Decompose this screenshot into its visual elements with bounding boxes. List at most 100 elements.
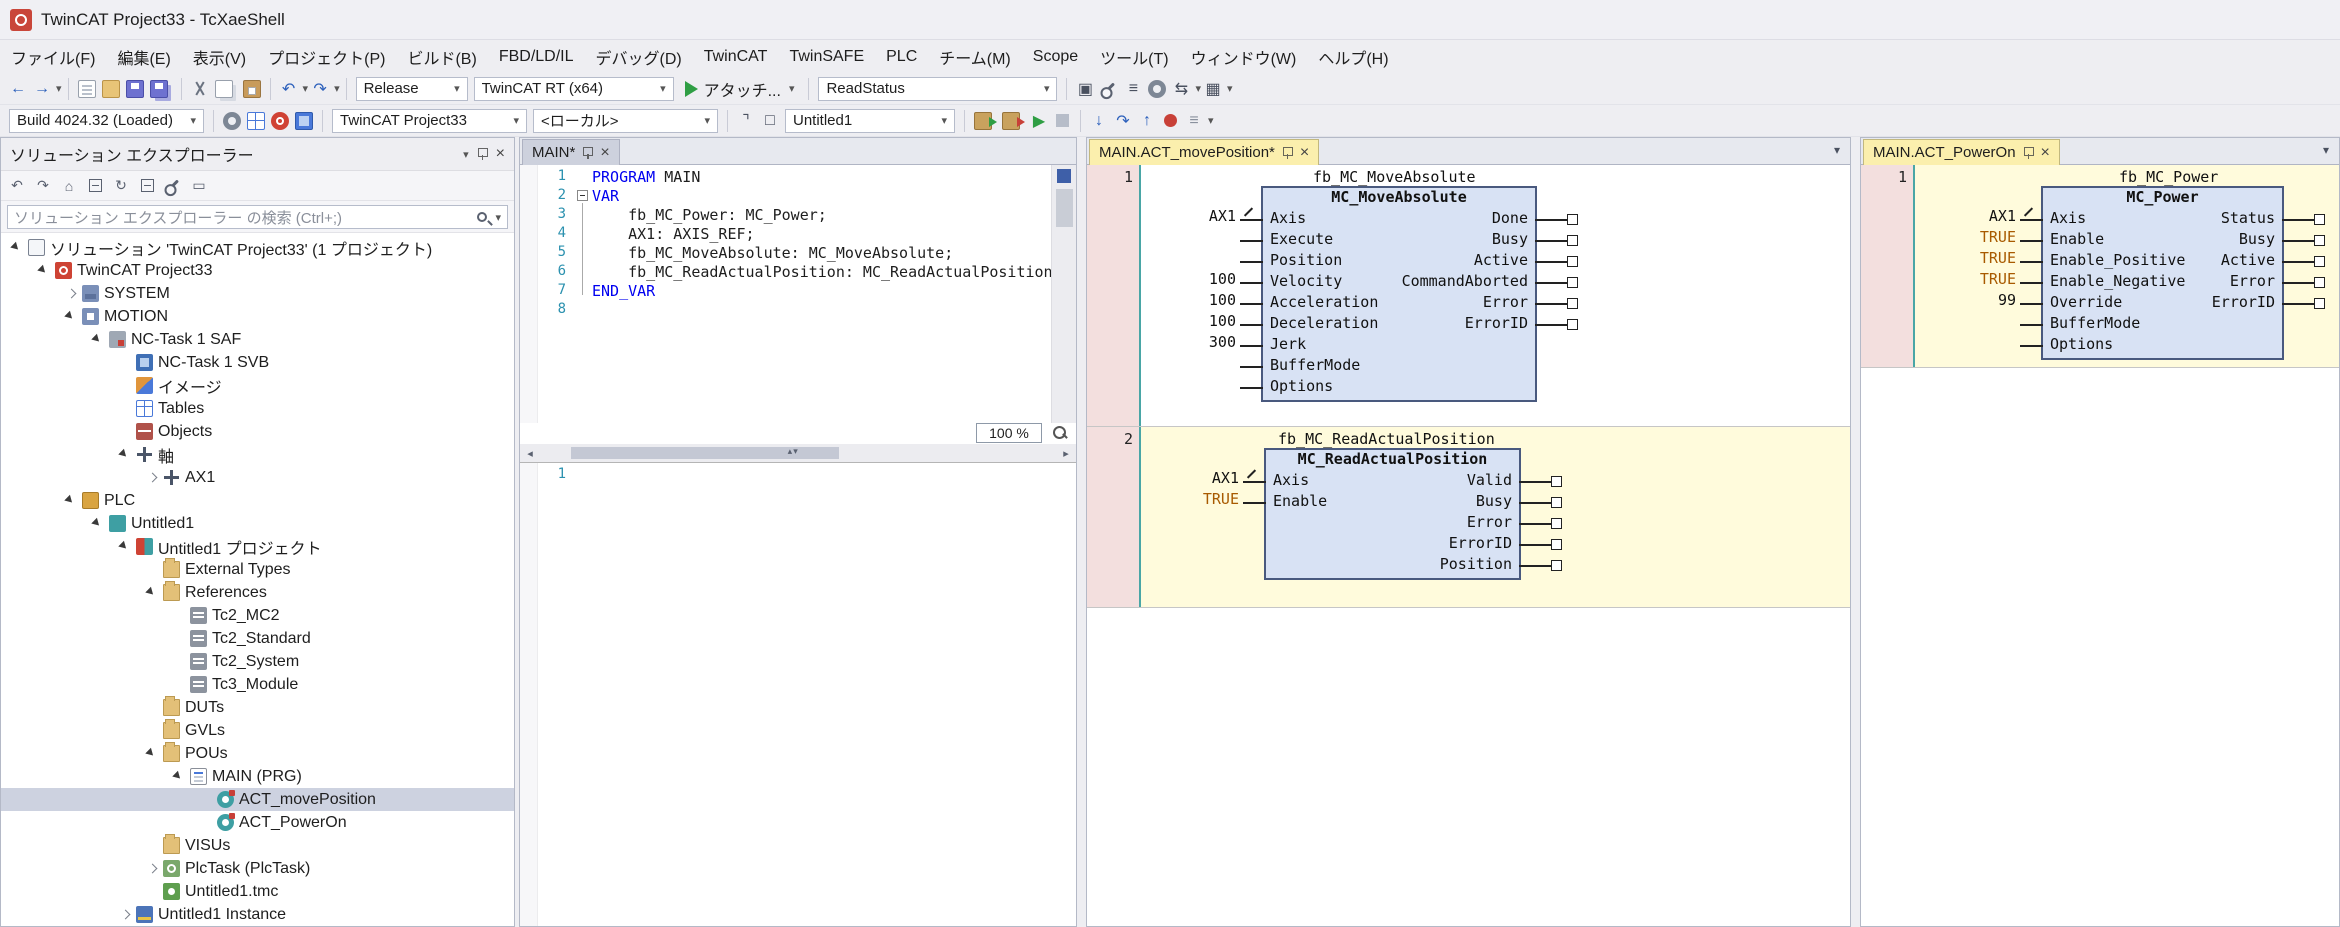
- fb-output-pin[interactable]: Busy: [2212, 230, 2326, 251]
- fb-input-pin[interactable]: Acceleration: [1239, 293, 1378, 314]
- fbd-network-2[interactable]: 2 fb_MC_ReadActualPosition MC_ReadActual…: [1087, 427, 1850, 608]
- scroll-marker-icon[interactable]: [1057, 169, 1071, 183]
- back-icon[interactable]: ↶: [5, 175, 29, 197]
- fb-output-pin[interactable]: Error: [2212, 272, 2326, 293]
- tree-item-references[interactable]: References: [1, 581, 514, 604]
- menu-fbd-ld-il[interactable]: FBD/LD/IL: [488, 40, 585, 73]
- window-menu-caret-icon[interactable]: ▾: [463, 148, 469, 161]
- chevron-expanded-icon[interactable]: [9, 239, 27, 257]
- fb-input-pin[interactable]: BufferMode: [2019, 314, 2185, 335]
- tree-item-objects[interactable]: Objects: [1, 420, 514, 443]
- fbd-network-1[interactable]: 1 fb_MC_Power MC_Power Axis Enable Enabl…: [1861, 165, 2339, 368]
- project-combo[interactable]: TwinCAT Project33 ▾: [332, 108, 527, 133]
- fb-block-mc-power[interactable]: MC_Power Axis Enable Enable_Positive Ena…: [2019, 186, 2326, 360]
- fb-instance-name[interactable]: fb_MC_ReadActualPosition: [1278, 430, 1495, 448]
- toolbar-options-caret-icon[interactable]: ▾: [1208, 114, 1214, 127]
- fb-input-pin[interactable]: Axis: [1242, 469, 1327, 492]
- gear-icon[interactable]: [1148, 79, 1167, 98]
- fb-instance-name[interactable]: fb_MC_Power: [2119, 168, 2218, 186]
- build-version-combo[interactable]: Build 4024.32 (Loaded) ▾: [9, 108, 204, 133]
- tree-item-main-prg[interactable]: MAIN (PRG): [1, 765, 514, 788]
- tab-list-caret-icon[interactable]: ▾: [1834, 143, 1840, 157]
- chevron-collapsed-icon[interactable]: [63, 285, 81, 303]
- zoom-icon[interactable]: [1052, 425, 1068, 441]
- fb-operand[interactable]: AX1: [1141, 207, 1236, 228]
- fbd-canvas[interactable]: 1 fb_MC_Power MC_Power Axis Enable Enabl…: [1861, 165, 2339, 926]
- search-caret-icon[interactable]: ▾: [495, 211, 501, 224]
- twincat-logo-icon[interactable]: [271, 111, 289, 130]
- tree-item-visus[interactable]: VISUs: [1, 834, 514, 857]
- plc-project-combo[interactable]: Untitled1 ▾: [785, 108, 955, 133]
- menu-team[interactable]: チーム(M): [928, 40, 1022, 73]
- fb-input-pin[interactable]: Enable: [1242, 492, 1327, 513]
- readstatus-combo[interactable]: ReadStatus ▾: [818, 76, 1058, 101]
- config-mode-icon[interactable]: [295, 111, 313, 130]
- chevron-collapsed-icon[interactable]: [144, 469, 162, 487]
- tab-list-caret-icon[interactable]: ▾: [2323, 143, 2329, 157]
- nav-forward-icon[interactable]: →: [30, 77, 54, 101]
- save-all-icon[interactable]: [149, 79, 168, 98]
- target-system-combo[interactable]: <ローカル> ▾: [533, 108, 718, 133]
- close-icon[interactable]: ×: [600, 144, 609, 160]
- tree-item-untitled1-project[interactable]: Untitled1 プロジェクト: [1, 535, 514, 558]
- save-icon[interactable]: [125, 79, 144, 98]
- tree-item-gvls[interactable]: GVLs: [1, 719, 514, 742]
- fb-input-pin[interactable]: BufferMode: [1239, 356, 1378, 377]
- fbd-canvas[interactable]: 1 fb_MC_MoveAbsolute MC_MoveAbsolute Axi…: [1087, 165, 1850, 926]
- tree-item-nc-task-saf[interactable]: NC-Task 1 SAF: [1, 328, 514, 351]
- task-list-icon[interactable]: ≡: [1121, 77, 1145, 101]
- menu-build[interactable]: ビルド(B): [396, 40, 487, 73]
- fb-output-pin[interactable]: ErrorID: [1440, 534, 1563, 555]
- tree-item-plctask[interactable]: PlcTask (PlcTask): [1, 857, 514, 880]
- stop-icon[interactable]: [1056, 114, 1069, 127]
- nav-history-caret-icon[interactable]: ▾: [56, 82, 62, 95]
- menu-project[interactable]: プロジェクト(P): [257, 40, 396, 73]
- tree-item-untitled1-tmc[interactable]: Untitled1.tmc: [1, 880, 514, 903]
- fb-instance-name[interactable]: fb_MC_MoveAbsolute: [1313, 168, 1476, 186]
- menu-view[interactable]: 表示(V): [182, 40, 257, 73]
- tree-item-plc[interactable]: PLC: [1, 489, 514, 512]
- list-icon[interactable]: ≡: [1182, 109, 1206, 133]
- start-icon[interactable]: ▶: [1027, 109, 1051, 133]
- fb-input-pin[interactable]: Options: [2019, 335, 2185, 356]
- fbd-empty-area[interactable]: [1861, 368, 2339, 926]
- tab-main[interactable]: MAIN* ×: [522, 139, 620, 165]
- menu-edit[interactable]: 編集(E): [106, 40, 181, 73]
- menu-debug[interactable]: デバッグ(D): [585, 40, 693, 73]
- fb-output-pin[interactable]: Error: [1402, 293, 1579, 314]
- chevron-expanded-icon[interactable]: [90, 515, 108, 533]
- refresh-icon[interactable]: ↻: [109, 175, 133, 197]
- chevron-expanded-icon[interactable]: [117, 538, 135, 556]
- fb-output-pin[interactable]: Status: [2212, 209, 2326, 230]
- fb-output-pin[interactable]: ErrorID: [2212, 293, 2326, 314]
- preview-icon[interactable]: ▭: [187, 175, 211, 197]
- fb-input-pin[interactable]: Velocity: [1239, 272, 1378, 293]
- fb-input-pin[interactable]: Axis: [1239, 207, 1378, 230]
- fb-operand[interactable]: 100: [1141, 291, 1236, 312]
- scroll-right-icon[interactable]: ▸: [1056, 447, 1076, 460]
- chevron-expanded-icon[interactable]: [36, 262, 54, 280]
- tree-item-system[interactable]: SYSTEM: [1, 282, 514, 305]
- step-out-icon[interactable]: ↑: [1135, 109, 1159, 133]
- solution-config-combo[interactable]: Release ▾: [355, 76, 468, 101]
- fb-operand[interactable]: TRUE: [1141, 490, 1239, 511]
- menu-tools[interactable]: ツール(T): [1089, 40, 1179, 73]
- scroll-left-icon[interactable]: ◂: [520, 447, 540, 460]
- fb-operand[interactable]: 99: [1915, 291, 2016, 312]
- nav-back-icon[interactable]: ←: [6, 77, 30, 101]
- chevron-expanded-icon[interactable]: [144, 745, 162, 763]
- chevron-expanded-icon[interactable]: [171, 768, 189, 786]
- implementation-code-area[interactable]: [592, 463, 1076, 926]
- logout-icon[interactable]: [1002, 111, 1025, 130]
- close-icon[interactable]: ×: [496, 146, 505, 162]
- tree-item-tc2-mc2[interactable]: Tc2_MC2: [1, 604, 514, 627]
- menu-scope[interactable]: Scope: [1022, 40, 1089, 73]
- search-icon[interactable]: [477, 212, 488, 222]
- copy-icon[interactable]: [214, 79, 233, 98]
- redo-caret-icon[interactable]: ▾: [334, 82, 340, 95]
- fb-input-pin[interactable]: Override: [2019, 293, 2185, 314]
- tree-item-tc2-standard[interactable]: Tc2_Standard: [1, 627, 514, 650]
- breakpoint-margin[interactable]: [520, 463, 538, 926]
- menu-plc[interactable]: PLC: [875, 40, 928, 73]
- menu-file[interactable]: ファイル(F): [0, 40, 106, 73]
